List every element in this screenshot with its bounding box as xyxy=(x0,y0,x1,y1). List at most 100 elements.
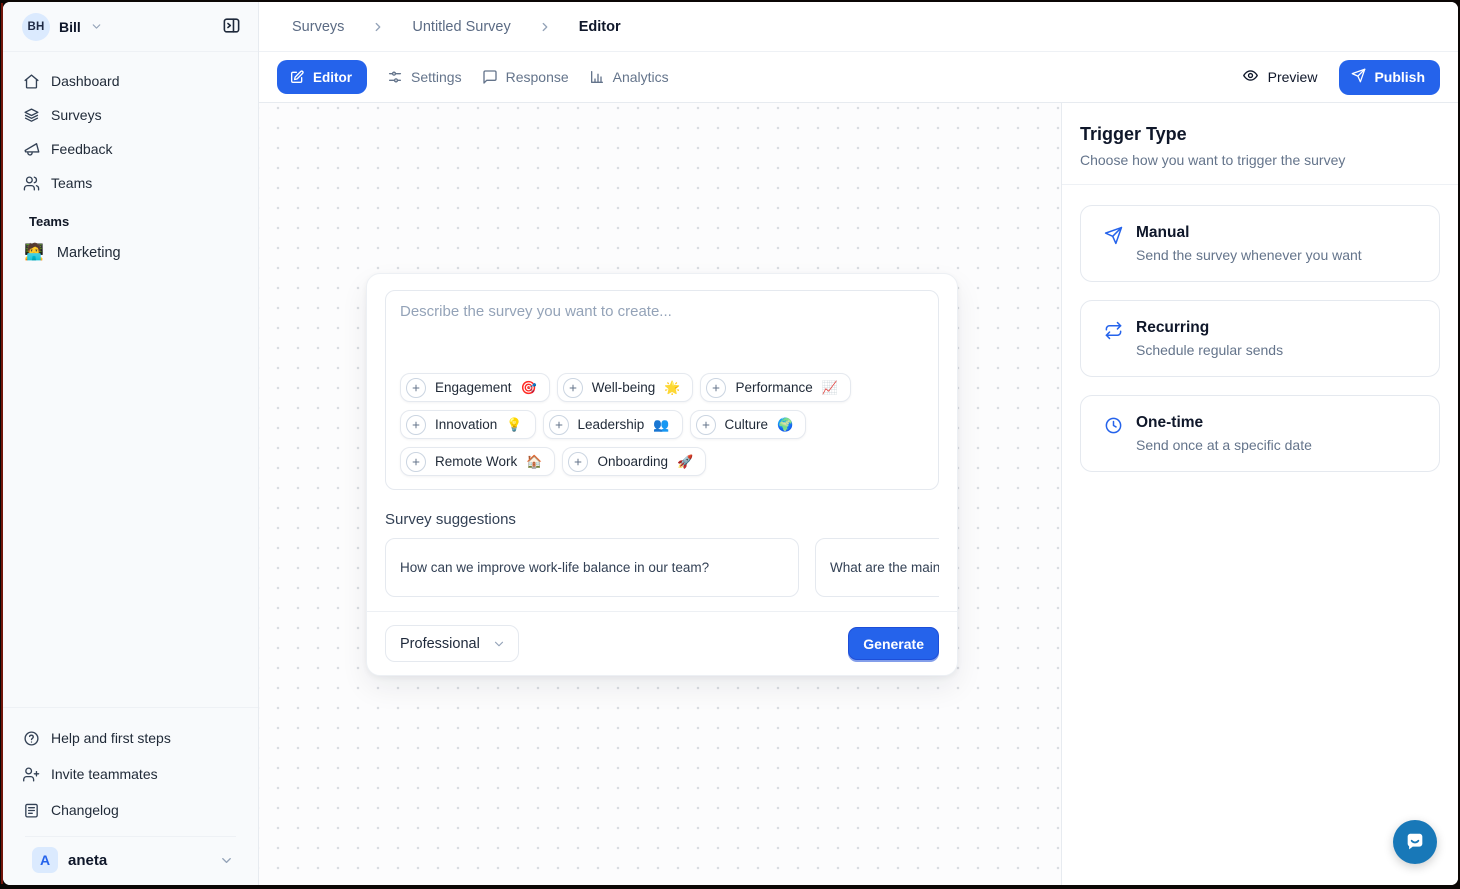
plus-circle-icon xyxy=(696,415,716,435)
tab-label: Response xyxy=(506,69,569,85)
workspace-avatar: BH xyxy=(22,13,50,41)
breadcrumb-survey-name[interactable]: Untitled Survey xyxy=(412,19,510,35)
send-icon xyxy=(1104,226,1123,263)
topic-chip-list: Engagement 🎯 Well-being 🌟 Performance 📈 xyxy=(400,373,924,476)
suggestion-card[interactable]: What are the main ob xyxy=(815,538,939,597)
chip-label: Engagement xyxy=(435,380,512,395)
sidebar-item-surveys[interactable]: Surveys xyxy=(13,98,248,132)
chip-label: Onboarding xyxy=(597,454,668,469)
trigger-option-description: Schedule regular sends xyxy=(1136,342,1283,358)
sidebar-collapse-button[interactable] xyxy=(218,12,245,42)
account-avatar: A xyxy=(32,847,58,873)
app-window: BH Bill Dashboard Surv xyxy=(3,2,1458,885)
tab-label: Editor xyxy=(313,70,352,85)
breadcrumb: Surveys Untitled Survey Editor xyxy=(259,2,1458,52)
team-label: Marketing xyxy=(57,245,121,261)
sidebar-item-label: Help and first steps xyxy=(51,730,171,746)
breadcrumb-current-page: Editor xyxy=(579,19,621,35)
tab-analytics[interactable]: Analytics xyxy=(589,69,669,85)
chat-bubble-icon xyxy=(1404,831,1426,853)
trigger-option-title: One-time xyxy=(1136,414,1312,432)
editor-canvas: Engagement 🎯 Well-being 🌟 Performance 📈 xyxy=(259,103,1061,885)
suggestion-text: How can we improve work-life balance in … xyxy=(400,560,709,575)
sidebar-item-teams[interactable]: Teams xyxy=(13,166,248,200)
publish-button[interactable]: Publish xyxy=(1339,60,1440,95)
team-emoji-icon: 🧑‍💻 xyxy=(24,245,44,261)
topic-chip-remote-work[interactable]: Remote Work 🏠 xyxy=(400,447,555,476)
topic-chip-performance[interactable]: Performance 📈 xyxy=(700,373,850,402)
suggestions-row: How can we improve work-life balance in … xyxy=(385,538,939,597)
plus-circle-icon xyxy=(406,415,426,435)
sidebar-item-invite[interactable]: Invite teammates xyxy=(13,756,248,792)
survey-composer-card: Engagement 🎯 Well-being 🌟 Performance 📈 xyxy=(366,273,958,676)
workspace-switcher[interactable]: BH Bill xyxy=(3,2,258,52)
trigger-option-title: Manual xyxy=(1136,224,1362,242)
help-circle-icon xyxy=(23,730,40,747)
sidebar-item-feedback[interactable]: Feedback xyxy=(13,132,248,166)
survey-prompt-input[interactable] xyxy=(400,303,924,373)
sidebar: BH Bill Dashboard Surv xyxy=(3,2,259,885)
chip-label: Performance xyxy=(735,380,812,395)
sidebar-item-label: Invite teammates xyxy=(51,766,158,782)
sidebar-item-label: Dashboard xyxy=(51,73,120,89)
survey-prompt-box: Engagement 🎯 Well-being 🌟 Performance 📈 xyxy=(385,290,939,490)
people-emoji-icon: 👥 xyxy=(653,417,669,433)
sidebar-item-help[interactable]: Help and first steps xyxy=(13,720,248,756)
target-emoji-icon: 🎯 xyxy=(521,380,537,396)
trigger-type-panel: Trigger Type Choose how you want to trig… xyxy=(1061,103,1458,885)
sidebar-item-marketing[interactable]: 🧑‍💻 Marketing xyxy=(13,235,248,271)
sidebar-item-label: Changelog xyxy=(51,802,119,818)
chevron-right-icon xyxy=(538,20,552,34)
chevron-right-icon xyxy=(371,20,385,34)
star-emoji-icon: 🌟 xyxy=(664,380,680,396)
edit-icon xyxy=(289,69,305,85)
trigger-option-one-time[interactable]: One-time Send once at a specific date xyxy=(1080,395,1440,472)
tone-select[interactable]: Professional xyxy=(385,625,519,662)
trigger-option-manual[interactable]: Manual Send the survey whenever you want xyxy=(1080,205,1440,282)
eye-icon xyxy=(1242,67,1259,87)
panel-title: Trigger Type xyxy=(1080,124,1440,145)
panel-toggle-icon xyxy=(222,16,241,38)
sliders-icon xyxy=(387,69,403,85)
chip-label: Leadership xyxy=(578,417,645,432)
publish-label: Publish xyxy=(1374,69,1425,85)
tab-response[interactable]: Response xyxy=(482,69,569,85)
clock-icon xyxy=(1104,416,1123,453)
breadcrumb-surveys[interactable]: Surveys xyxy=(292,19,344,35)
chevron-down-icon xyxy=(219,853,234,868)
user-plus-icon xyxy=(23,766,40,783)
globe-emoji-icon: 🌍 xyxy=(777,417,793,433)
tone-select-value: Professional xyxy=(400,636,480,652)
preview-button[interactable]: Preview xyxy=(1242,67,1318,87)
account-menu[interactable]: A aneta xyxy=(25,837,236,883)
changelog-icon xyxy=(23,802,40,819)
preview-label: Preview xyxy=(1268,69,1318,85)
topic-chip-culture[interactable]: Culture 🌍 xyxy=(690,410,807,439)
chip-label: Well-being xyxy=(592,380,656,395)
plus-circle-icon xyxy=(706,378,726,398)
chat-launcher-button[interactable] xyxy=(1393,820,1437,864)
plus-circle-icon xyxy=(563,378,583,398)
topic-chip-innovation[interactable]: Innovation 💡 xyxy=(400,410,536,439)
chip-label: Culture xyxy=(725,417,769,432)
layers-icon xyxy=(23,107,40,124)
tab-settings[interactable]: Settings xyxy=(387,69,462,85)
sidebar-item-label: Surveys xyxy=(51,107,102,123)
trigger-option-recurring[interactable]: Recurring Schedule regular sends xyxy=(1080,300,1440,377)
topic-chip-wellbeing[interactable]: Well-being 🌟 xyxy=(557,373,694,402)
topic-chip-leadership[interactable]: Leadership 👥 xyxy=(543,410,683,439)
suggestion-card[interactable]: How can we improve work-life balance in … xyxy=(385,538,799,597)
chip-label: Remote Work xyxy=(435,454,517,469)
topic-chip-engagement[interactable]: Engagement 🎯 xyxy=(400,373,550,402)
sidebar-item-dashboard[interactable]: Dashboard xyxy=(13,64,248,98)
workspace-name: Bill xyxy=(59,19,81,35)
chevron-down-icon xyxy=(492,637,506,651)
plus-circle-icon xyxy=(549,415,569,435)
panel-subtitle: Choose how you want to trigger the surve… xyxy=(1080,152,1440,168)
suggestion-text: What are the main ob xyxy=(830,560,939,575)
tab-editor[interactable]: Editor xyxy=(277,60,367,94)
generate-button[interactable]: Generate xyxy=(848,627,939,660)
sidebar-item-changelog[interactable]: Changelog xyxy=(13,792,248,828)
topic-chip-onboarding[interactable]: Onboarding 🚀 xyxy=(562,447,706,476)
editor-toolbar: Editor Settings Response Analytics xyxy=(259,52,1458,103)
